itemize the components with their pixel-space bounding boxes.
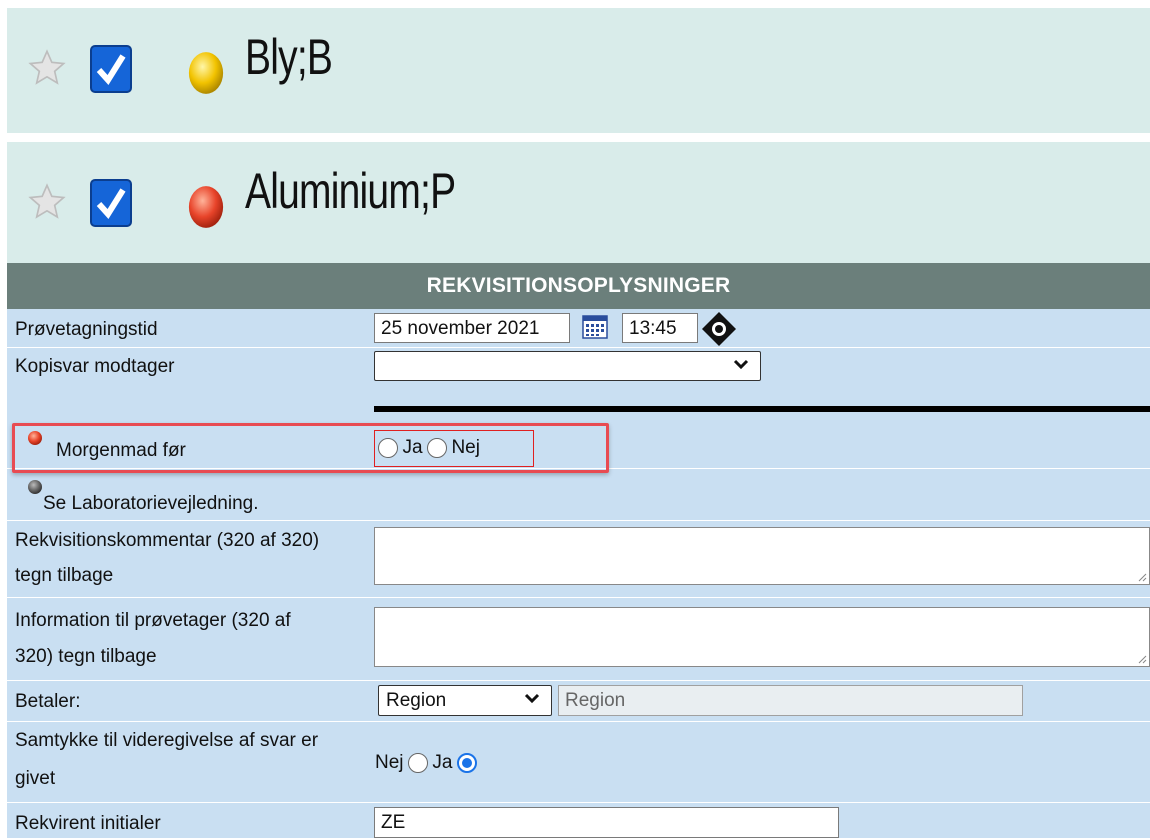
consent-row: Samtykke til videregivelse af svar er gi… <box>7 722 1150 803</box>
payer-select[interactable]: Region <box>378 685 552 716</box>
consent-no-radio[interactable] <box>407 753 428 773</box>
gray-dot-icon <box>28 480 42 494</box>
payer-readonly-field: Region <box>558 685 1023 716</box>
status-dot-red-icon <box>188 186 224 228</box>
highlight-annotation <box>12 423 609 473</box>
chevron-down-icon <box>524 693 540 704</box>
sampler-info-label-line1: Information til prøvetager (320 af <box>15 610 291 631</box>
lab-guide-link[interactable]: Se Laboratorievejledning. <box>43 487 259 520</box>
payer-selected-value: Region <box>386 690 447 711</box>
consent-label-line1: Samtykke til videregivelse af svar er <box>15 730 319 751</box>
chevron-down-icon <box>733 359 749 370</box>
test-row: Aluminium;P <box>7 142 1150 267</box>
requisition-comment-label-line1: Rekvisitionskommentar (320 af 320) <box>15 530 320 551</box>
payer-label: Betaler: <box>15 691 81 712</box>
test-name: Aluminium;P <box>245 163 456 219</box>
sampling-time-label: Prøvetagningstid <box>15 319 158 340</box>
consent-yes-label: Ja <box>432 752 453 773</box>
initials-label: Rekvirent initialer <box>15 813 161 834</box>
status-dot-yellow-icon <box>188 52 224 94</box>
form-header: REKVISITIONSOPLYSNINGER <box>7 263 1150 309</box>
copy-recipient-label: Kopisvar modtager <box>15 356 175 377</box>
requisition-form: REKVISITIONSOPLYSNINGER Prøvetagningstid… <box>7 263 1150 838</box>
sampler-info-textarea[interactable] <box>374 607 1150 667</box>
copy-recipient-select[interactable] <box>374 351 761 381</box>
consent-label-line2: givet <box>15 768 56 789</box>
lab-guide-row: Se Laboratorievejledning. <box>7 469 1150 521</box>
sampling-time-input[interactable]: 13:45 <box>622 313 698 343</box>
checkbox-checked-icon[interactable] <box>89 44 133 94</box>
requisition-comment-row: Rekvisitionskommentar (320 af 320) tegn … <box>7 521 1150 598</box>
requisition-comment-textarea[interactable] <box>374 527 1150 585</box>
sampler-info-label-line2: 320) tegn tilbage <box>15 646 157 667</box>
star-icon[interactable] <box>27 182 67 222</box>
resize-grip-icon[interactable] <box>1137 572 1147 582</box>
consent-yes-radio[interactable] <box>456 753 477 773</box>
test-row: Bly;B <box>7 8 1150 133</box>
sampling-time-row: Prøvetagningstid 25 november 2021 13:45 <box>7 309 1150 348</box>
payer-row: Betaler: Region Region <box>7 681 1150 722</box>
copy-recipient-row: Kopisvar modtager <box>7 348 1150 384</box>
move-icon[interactable] <box>701 311 737 347</box>
consent-no-label: Nej <box>375 752 404 773</box>
consent-radio-group: Nej Ja <box>375 752 477 774</box>
sampling-date-input[interactable]: 25 november 2021 <box>374 313 570 343</box>
initials-input[interactable]: ZE <box>374 807 839 838</box>
initials-row: Rekvirent initialer ZE <box>7 803 1150 838</box>
calendar-icon[interactable] <box>582 315 608 339</box>
test-name: Bly;B <box>245 29 333 85</box>
sampler-info-row: Information til prøvetager (320 af 320) … <box>7 598 1150 681</box>
checkbox-checked-icon[interactable] <box>89 178 133 228</box>
resize-grip-icon[interactable] <box>1137 654 1147 664</box>
star-icon[interactable] <box>27 48 67 88</box>
requisition-comment-label-line2: tegn tilbage <box>15 565 114 586</box>
